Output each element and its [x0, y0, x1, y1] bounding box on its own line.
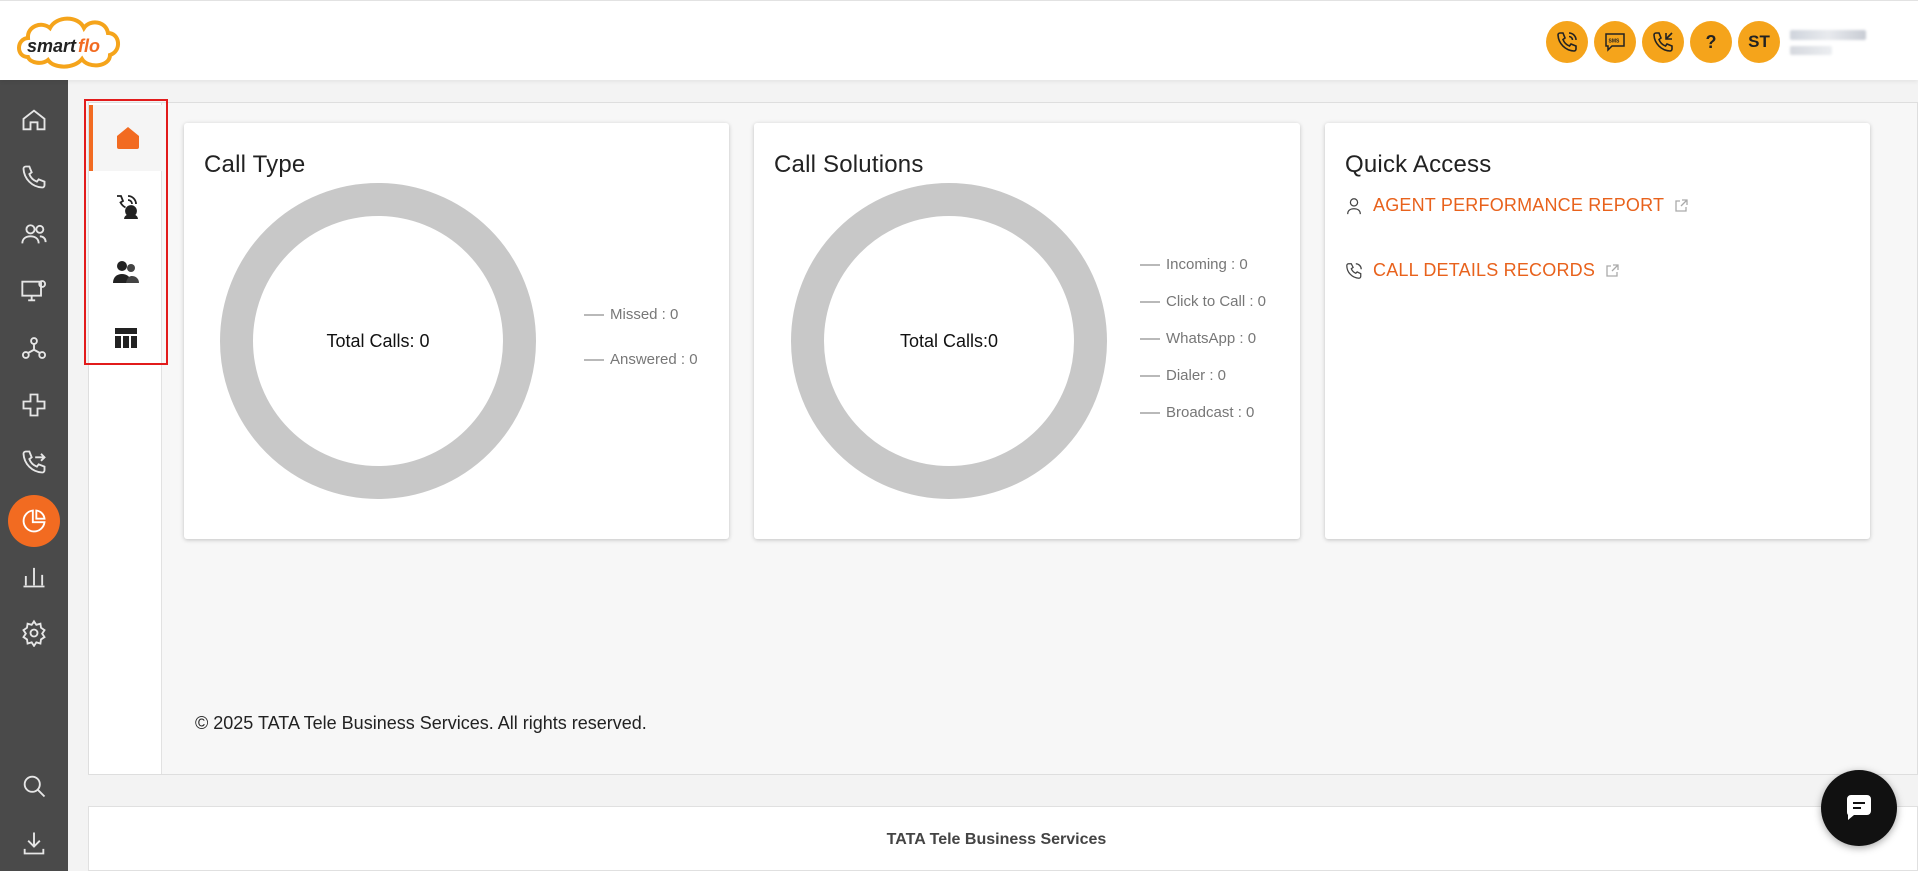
legend-answered[interactable]: Answered : 0 [584, 351, 698, 368]
subnav-highlight-box [84, 99, 168, 365]
copyright-text: © 2025 TATA Tele Business Services. All … [195, 713, 647, 733]
call-solutions-total: Total Calls:0 [899, 330, 999, 351]
legend-dialer[interactable]: Dialer : 0 [1140, 367, 1266, 384]
legend-missed[interactable]: Missed : 0 [584, 306, 698, 323]
legend-broadcast[interactable]: Broadcast : 0 [1140, 404, 1266, 421]
integrations-icon [22, 393, 46, 417]
call-type-donut[interactable]: Total Calls: 0 [220, 183, 536, 499]
chat-button[interactable] [1821, 770, 1897, 846]
svg-text:flo: flo [78, 36, 100, 56]
nav-calls[interactable] [14, 157, 54, 197]
external-link-icon [1675, 198, 1688, 212]
call-type-legend: Missed : 0 Answered : 0 [584, 306, 698, 368]
call-type-total: Total Calls: 0 [326, 330, 430, 351]
legend-whatsapp[interactable]: WhatsApp : 0 [1140, 330, 1266, 347]
quick-access-card: Quick Access AGENT PERFORMANCE REPORT CA… [1325, 123, 1870, 539]
call-solutions-donut[interactable]: Total Calls:0 [791, 183, 1107, 499]
help-icon: ? [1705, 31, 1717, 52]
nav-download[interactable] [14, 823, 54, 863]
nav-home[interactable] [14, 100, 54, 140]
call-solutions-card: Call Solutions Total Calls:0 Incoming : … [754, 123, 1300, 539]
user-avatar[interactable]: ST [1738, 21, 1780, 63]
call-routing-icon [22, 450, 46, 474]
phone-incoming-icon [1653, 32, 1673, 52]
svg-text:SMS: SMS [1609, 39, 1621, 45]
sms-button[interactable]: SMS [1594, 21, 1636, 63]
user-icon [1347, 197, 1361, 214]
top-bar: smart flo SMS ? ST [0, 0, 1918, 80]
quick-access-title: Quick Access [1345, 151, 1492, 178]
phone-call-icon [1557, 32, 1577, 52]
network-icon [21, 337, 47, 359]
agent-performance-report-link[interactable]: AGENT PERFORMANCE REPORT [1345, 195, 1688, 216]
chat-icon [1846, 795, 1871, 820]
phone-icon [1346, 262, 1362, 279]
nav-reports[interactable] [14, 556, 54, 596]
nav-call-routing[interactable] [14, 442, 54, 482]
download-icon [23, 832, 45, 855]
nav-users[interactable] [14, 214, 54, 254]
help-button[interactable]: ? [1690, 21, 1732, 63]
home-icon [22, 109, 46, 131]
smartflo-logo[interactable]: smart flo [14, 11, 122, 73]
call-solutions-title: Call Solutions [774, 151, 924, 178]
incoming-call-button[interactable] [1642, 21, 1684, 63]
nav-network[interactable] [14, 328, 54, 368]
analytics-pie-icon [22, 509, 46, 533]
company-name: TATA Tele Business Services [886, 831, 1107, 848]
sms-icon: SMS [1605, 33, 1625, 52]
bar-chart-icon [23, 567, 45, 588]
dashboard-frame: Call Type Total Calls: 0 Missed : 0 Answ… [84, 99, 1918, 775]
call-type-title: Call Type [204, 151, 306, 178]
nav-analytics[interactable] [8, 495, 60, 547]
bottom-company-bar: TATA Tele Business Services [88, 806, 1918, 871]
nav-monitor-settings[interactable] [14, 271, 54, 311]
nav-integrations[interactable] [14, 385, 54, 425]
phone-icon [22, 165, 46, 189]
call-solutions-legend: Incoming : 0 Click to Call : 0 WhatsApp … [1140, 256, 1266, 421]
phone-call-button[interactable] [1546, 21, 1588, 63]
search-icon [23, 775, 46, 798]
legend-incoming[interactable]: Incoming : 0 [1140, 256, 1266, 273]
main-sidebar [0, 80, 68, 871]
nav-settings[interactable] [14, 613, 54, 653]
user-name-redacted[interactable] [1790, 23, 1900, 61]
svg-text:smart: smart [27, 36, 77, 56]
settings-icon [22, 619, 46, 647]
call-details-records-link[interactable]: CALL DETAILS RECORDS [1345, 260, 1619, 281]
users-icon [21, 224, 47, 244]
call-type-card: Call Type Total Calls: 0 Missed : 0 Answ… [184, 123, 729, 539]
external-link-icon [1606, 263, 1619, 277]
monitor-settings-icon [21, 280, 47, 302]
legend-click-to-call[interactable]: Click to Call : 0 [1140, 293, 1266, 310]
nav-search[interactable] [14, 766, 54, 806]
